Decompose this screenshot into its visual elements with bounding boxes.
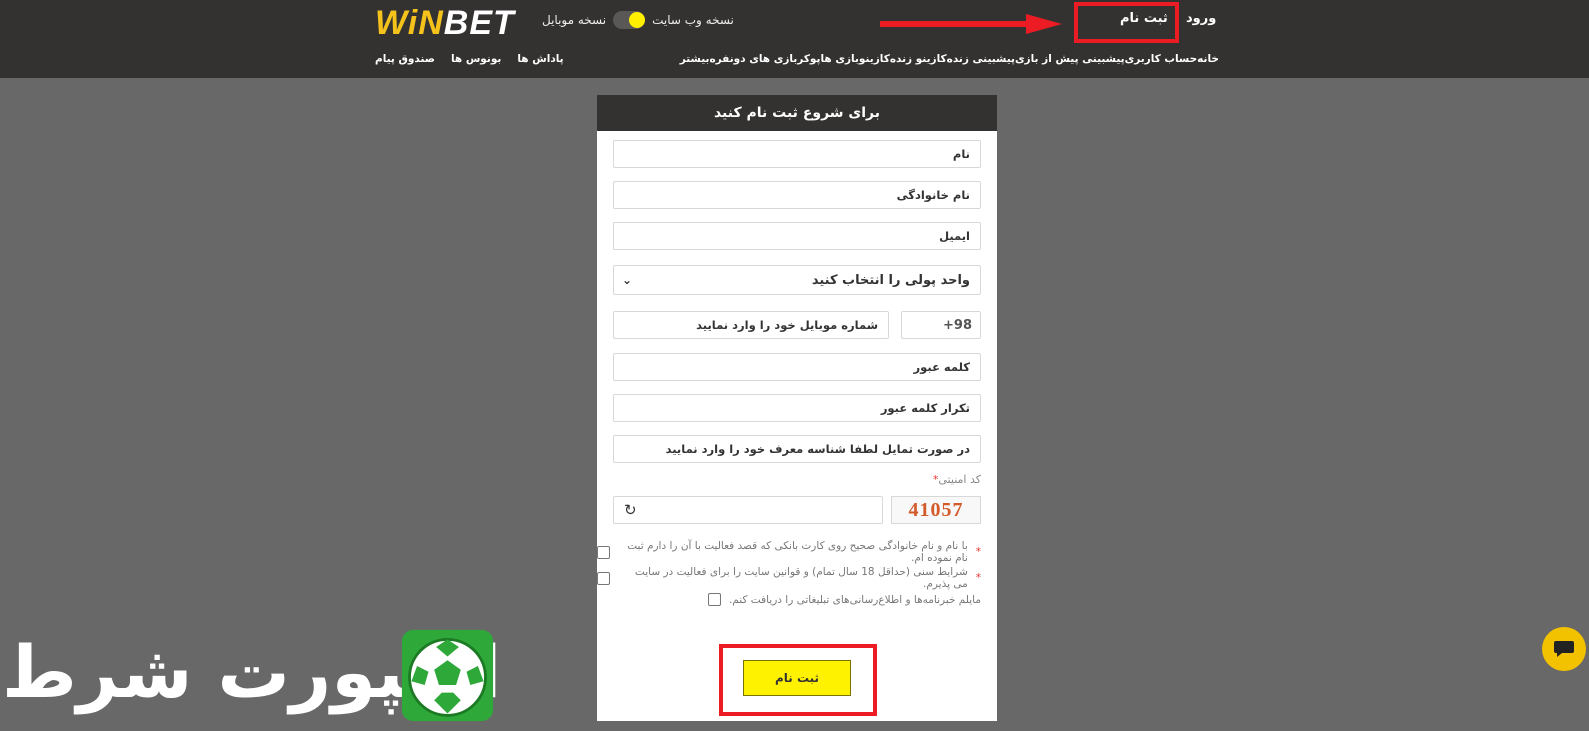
security-code-text: کد امنیتی <box>938 473 981 486</box>
chat-bubble-icon <box>1554 641 1574 657</box>
nav-item-prematch[interactable]: پیشبینی پیش از بازی <box>1015 53 1125 65</box>
age-terms-checkbox[interactable] <box>597 571 610 585</box>
winbet-logo[interactable]: WiNBET <box>375 4 515 43</box>
refresh-icon[interactable]: ↻ <box>624 501 637 519</box>
last-name-placeholder: نام خانوادگی <box>896 188 970 202</box>
check-row-age-terms: شرایط سنی (حداقل 18 سال تمام) و قوانین س… <box>597 566 981 590</box>
phone-placeholder: شماره موبایل خود را وارد نمایید <box>696 318 878 332</box>
web-version-label: نسخه وب سایت <box>652 13 734 27</box>
nav-item-games[interactable]: بازی ها <box>820 53 858 65</box>
nav-item-bonuses[interactable]: بونوس ها <box>451 53 501 65</box>
nav-item-home[interactable]: خانه <box>1197 53 1219 65</box>
secondary-nav: پاداش ها بونوس ها صندوق پیام <box>375 53 564 65</box>
red-arrow-annotation <box>880 14 1062 34</box>
login-link[interactable]: ورود <box>1186 11 1216 26</box>
currency-select[interactable]: واحد پولی را انتخاب کنید ⌄ <box>613 265 981 295</box>
signup-submit-button[interactable]: ثبت نام <box>743 660 851 696</box>
nav-item-live-casino[interactable]: کازینو زنده <box>890 53 947 65</box>
check-row-newsletter: مایلم خبرنامه‌ها و اطلاع‌رسانی‌های تبلیغ… <box>707 593 981 606</box>
nav-item-inbox[interactable]: صندوق پیام <box>375 53 435 65</box>
newsletter-check-label: مایلم خبرنامه‌ها و اطلاع‌رسانی‌های تبلیغ… <box>728 593 981 606</box>
chat-button[interactable] <box>1542 627 1586 671</box>
password-field[interactable]: کلمه عبور <box>613 353 981 381</box>
age-terms-check-label: شرایط سنی (حداقل 18 سال تمام) و قوانین س… <box>634 566 968 590</box>
soccer-ball-icon <box>401 629 494 722</box>
referral-placeholder: در صورت تمایل لطفا شناسه معرف خود را وار… <box>665 442 970 456</box>
captcha-input[interactable]: ↻ <box>613 496 883 524</box>
esportshart-watermark: اسپورت شرط <box>2 628 503 728</box>
nav-item-rewards[interactable]: پاداش ها <box>517 53 563 65</box>
security-code-label: کد امنیتی* <box>932 473 981 486</box>
logo-win-text: WiN <box>375 4 444 42</box>
first-name-placeholder: نام <box>952 147 970 161</box>
password-placeholder: کلمه عبور <box>913 360 970 374</box>
password-repeat-field[interactable]: تکرار کلمه عبور <box>613 394 981 422</box>
newsletter-checkbox[interactable] <box>707 593 721 606</box>
captcha-text: 41057 <box>908 498 964 521</box>
toggle-knob <box>629 12 646 28</box>
referral-field[interactable]: در صورت تمایل لطفا شناسه معرف خود را وار… <box>613 435 981 463</box>
email-placeholder: ایمیل <box>939 229 970 243</box>
captcha-image: 41057 <box>891 496 981 524</box>
check-row-bank-name: با نام و نام خانوادگی صحیح روی کارت بانک… <box>597 540 981 564</box>
chevron-down-icon: ⌄ <box>622 273 633 287</box>
last-name-field[interactable]: نام خانوادگی <box>613 181 981 209</box>
bank-name-checkbox[interactable] <box>597 545 610 559</box>
nav-item-account[interactable]: حساب کاربری <box>1125 53 1198 65</box>
main-nav: خانه حساب کاربری پیشبینی پیش از بازی پیش… <box>680 53 1219 65</box>
mobile-version-label: نسخه موبایل <box>542 13 607 27</box>
first-name-field[interactable]: نام <box>613 140 981 168</box>
phone-field[interactable]: شماره موبایل خود را وارد نمایید <box>613 311 889 339</box>
version-toggle[interactable] <box>613 11 646 29</box>
nav-item-poker[interactable]: پوکر <box>797 53 820 65</box>
signup-title: برای شروع ثبت نام کنید <box>597 95 997 131</box>
phone-code-value: +98 <box>943 317 972 333</box>
top-header: WiNBET نسخه موبایل نسخه وب سایت ثبت نام … <box>0 0 1589 78</box>
signup-link[interactable]: ثبت نام <box>1120 11 1168 26</box>
nav-item-two-player[interactable]: بازی های دونفره <box>709 53 797 65</box>
version-switch[interactable]: نسخه موبایل نسخه وب سایت <box>542 11 734 29</box>
email-field[interactable]: ایمیل <box>613 222 981 250</box>
nav-item-live-bet[interactable]: پیشبینی زنده <box>947 53 1015 65</box>
currency-placeholder: واحد پولی را انتخاب کنید <box>811 272 970 288</box>
bank-name-check-label: با نام و نام خانوادگی صحیح روی کارت بانک… <box>627 540 968 564</box>
nav-item-casino[interactable]: کازینو <box>859 53 890 65</box>
phone-code-field[interactable]: +98 <box>901 311 981 339</box>
nav-item-more[interactable]: بیشتر <box>680 53 710 65</box>
signup-panel: برای شروع ثبت نام کنید نام نام خانوادگی … <box>597 95 997 721</box>
password-repeat-placeholder: تکرار کلمه عبور <box>880 401 970 415</box>
logo-bet-text: BET <box>443 4 515 42</box>
